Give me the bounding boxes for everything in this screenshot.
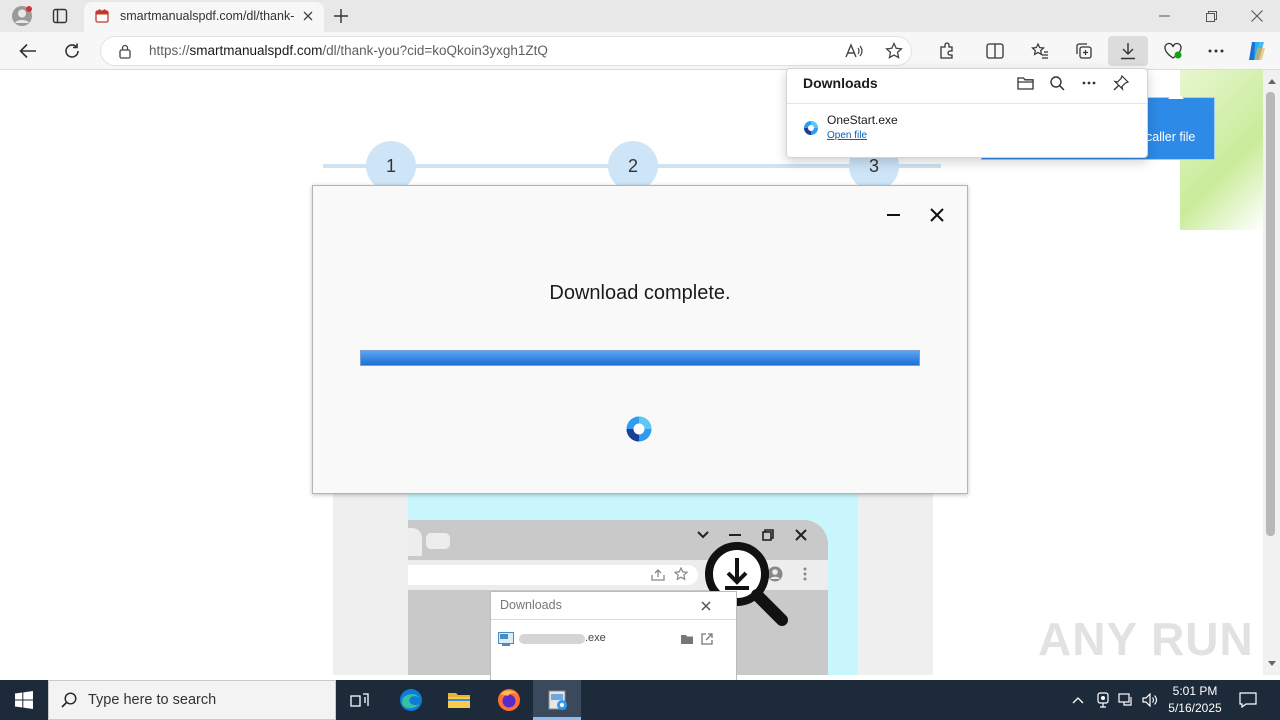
window-restore-icon[interactable] — [1197, 6, 1225, 26]
download-icon[interactable] — [1115, 40, 1141, 62]
clock-date: 5/16/2025 — [1168, 701, 1222, 715]
browser-essentials-icon[interactable] — [1160, 40, 1186, 62]
pin-downloads-icon[interactable] — [1110, 72, 1132, 94]
illustration-close-icon — [792, 526, 810, 544]
tray-device-icon[interactable] — [1094, 690, 1112, 710]
scroll-up-icon[interactable] — [1263, 74, 1280, 88]
extensions-icon[interactable] — [934, 40, 960, 62]
flyout-divider — [787, 103, 1147, 104]
notifications-icon[interactable] — [1234, 688, 1262, 712]
downloads-flyout-title: Downloads — [803, 75, 878, 91]
profile-avatar-icon[interactable] — [8, 4, 36, 28]
file-explorer-icon[interactable] — [444, 686, 474, 714]
anyrun-watermark: ANY RUN — [1038, 613, 1254, 665]
illustration-menu-icon — [796, 565, 814, 583]
tab-actions-icon[interactable] — [48, 4, 72, 28]
scrollbar-thumb[interactable] — [1266, 92, 1275, 536]
favorite-star-icon[interactable] — [882, 40, 906, 62]
lock-icon[interactable] — [116, 42, 134, 60]
illustration-share-icon — [649, 566, 667, 584]
step-2: 2 — [608, 141, 658, 191]
illustration-tab — [408, 528, 422, 556]
split-screen-icon[interactable] — [982, 40, 1008, 62]
step-1: 1 — [366, 141, 416, 191]
dialog-message: Download complete. — [549, 282, 731, 304]
installer-taskbar-icon[interactable] — [543, 686, 573, 714]
collections-icon[interactable] — [1071, 40, 1097, 62]
taskbar-search-placeholder: Type here to search — [88, 692, 217, 708]
close-tab-icon[interactable] — [298, 6, 318, 26]
more-menu-icon[interactable] — [1203, 40, 1229, 62]
show-hidden-icons-icon[interactable] — [1070, 690, 1086, 710]
new-tab-icon[interactable] — [330, 5, 352, 27]
illustration-tab-2 — [426, 533, 450, 549]
window-close-icon[interactable] — [1243, 6, 1271, 26]
scroll-down-icon[interactable] — [1263, 656, 1280, 670]
url-scheme: https:// — [149, 43, 190, 58]
url-text[interactable]: https://smartmanualspdf.com/dl/thank-you… — [149, 43, 548, 58]
clock-time: 5:01 PM — [1172, 684, 1218, 698]
open-file-link[interactable]: Open file — [827, 130, 867, 141]
downloads-more-options-icon[interactable] — [1078, 73, 1100, 93]
refresh-icon[interactable] — [60, 40, 84, 62]
url-path: /dl/thank-you?cid=koQkoin3yxgh1ZtQ — [322, 43, 548, 58]
taskbar-search-icon — [58, 690, 80, 710]
open-downloads-folder-icon[interactable] — [1014, 73, 1036, 93]
download-progress-bar — [360, 350, 920, 366]
volume-icon[interactable] — [1140, 690, 1160, 710]
installer-dialog — [312, 185, 968, 494]
illustration-downloads-title: Downloads — [500, 598, 562, 612]
url-host: smartmanualspdf.com — [189, 43, 323, 58]
task-view-icon[interactable] — [346, 688, 374, 712]
flyout-pointer — [1168, 89, 1184, 99]
back-icon[interactable] — [16, 40, 40, 62]
search-downloads-icon[interactable] — [1046, 73, 1068, 93]
favorites-icon[interactable] — [1027, 40, 1053, 62]
edge-taskbar-icon[interactable] — [396, 686, 426, 714]
dialog-close-icon[interactable] — [926, 204, 948, 226]
illustration-exe-icon — [497, 631, 515, 647]
illustration-divider — [491, 619, 736, 620]
tab-title: smartmanualspdf.com/dl/thank- — [120, 9, 295, 23]
onestart-logo-icon — [624, 414, 654, 444]
illustration-star-icon — [672, 565, 690, 583]
window-minimize-icon[interactable] — [1150, 6, 1178, 26]
taskbar-clock[interactable]: 5:01 PM 5/16/2025 — [1160, 683, 1230, 717]
read-aloud-icon[interactable] — [842, 40, 866, 62]
copilot-icon[interactable] — [1244, 39, 1270, 63]
illustration-blurred-filename — [519, 634, 585, 644]
hint-callout-text: caller file — [1146, 130, 1196, 144]
illustration-file-ext: .exe — [585, 632, 606, 644]
illustration-folder-icon — [679, 631, 695, 647]
illustration-popup-close-icon — [698, 598, 714, 614]
site-favicon-icon — [94, 8, 110, 24]
network-icon[interactable] — [1116, 690, 1136, 710]
firefox-icon[interactable] — [494, 686, 524, 714]
start-windows-icon[interactable] — [0, 680, 48, 720]
dialog-minimize-icon[interactable] — [882, 205, 904, 225]
onestart-file-icon — [802, 119, 820, 137]
download-file-name: OneStart.exe — [827, 113, 898, 127]
illustration-open-external-icon — [699, 631, 715, 647]
